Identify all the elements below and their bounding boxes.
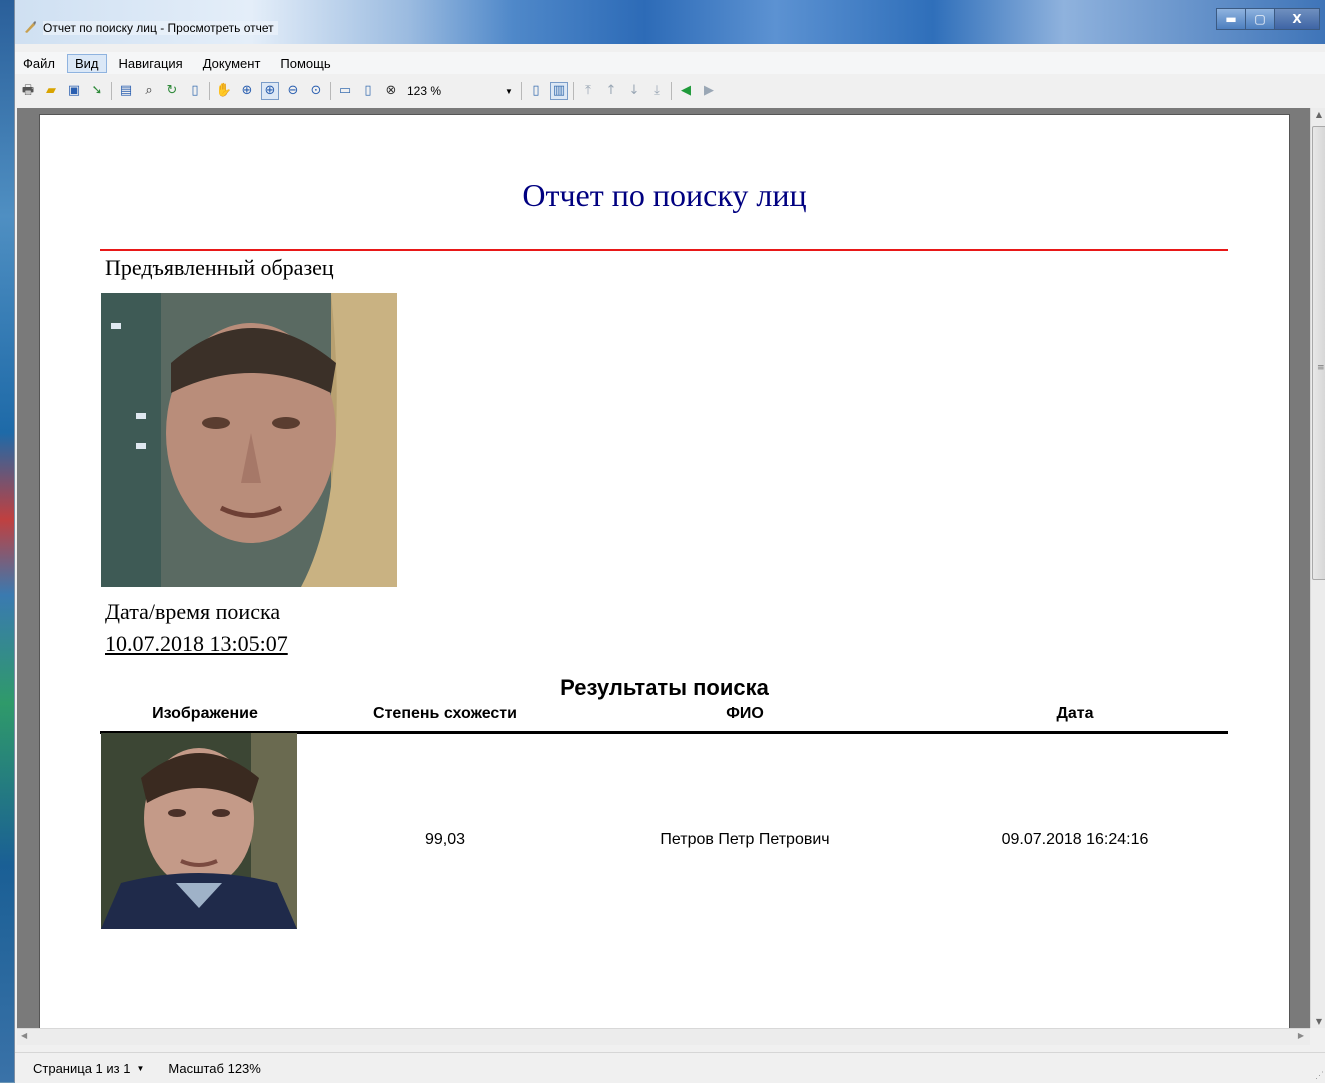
grip-icon: ≡ bbox=[1317, 363, 1325, 373]
scroll-left-icon[interactable]: ◀ bbox=[21, 1031, 27, 1040]
scroll-down-icon[interactable]: ▼ bbox=[1311, 1017, 1325, 1026]
window-controls: ▬ ▢ X bbox=[1216, 8, 1320, 30]
column-header-image: Изображение bbox=[152, 705, 258, 722]
outline-icon[interactable]: ▤ bbox=[117, 82, 135, 100]
scroll-thumb[interactable]: ≡ bbox=[1312, 126, 1325, 580]
open-icon[interactable]: ▰ bbox=[42, 82, 60, 100]
window-title: Отчет по поиску лиц - Просмотреть отчет bbox=[43, 21, 278, 35]
toolbar-separator bbox=[521, 82, 522, 100]
report-title: Отчет по поиску лиц bbox=[522, 177, 807, 213]
next-page-icon[interactable]: ↓ bbox=[625, 82, 643, 100]
chevron-down-icon[interactable]: ▼ bbox=[136, 1064, 144, 1073]
resize-grip-icon[interactable]: ⋰ bbox=[1315, 1070, 1324, 1081]
multi-page-icon[interactable]: ▥ bbox=[550, 82, 568, 100]
zoom-select-icon[interactable]: ⊙ bbox=[307, 82, 325, 100]
column-header-similarity: Степень схожести bbox=[373, 705, 517, 722]
first-page-icon[interactable]: ⤒ bbox=[579, 82, 597, 100]
menu-document[interactable]: Документ bbox=[195, 54, 269, 73]
find-icon[interactable]: ⌕ bbox=[140, 82, 158, 100]
toolbar-separator bbox=[330, 82, 331, 100]
forward-icon[interactable]: ▶ bbox=[700, 82, 718, 100]
page-width-icon[interactable]: ▭ bbox=[336, 82, 354, 100]
refresh-icon[interactable]: ↻ bbox=[163, 82, 181, 100]
match-face-image bbox=[101, 733, 297, 929]
zoom-combo[interactable]: 123 % ▼ bbox=[405, 81, 515, 101]
zoom-value: 123 % bbox=[407, 84, 442, 98]
sample-label: Предъявленный образец bbox=[105, 255, 334, 280]
scroll-right-icon[interactable]: ▶ bbox=[1298, 1031, 1304, 1040]
menu-bar: Файл Вид Навигация Документ Помощь bbox=[15, 52, 1325, 74]
report-page: Отчет по поиску лиц Предъявленный образе… bbox=[39, 114, 1290, 1028]
page-indicator-label: Страница 1 из 1 bbox=[33, 1060, 131, 1076]
menu-view[interactable]: Вид bbox=[66, 53, 107, 73]
sample-face-image bbox=[101, 293, 397, 587]
page-indicator[interactable]: Страница 1 из 1 ▼ bbox=[33, 1061, 144, 1076]
menu-help[interactable]: Помощь bbox=[272, 54, 338, 73]
zoom-rect-icon[interactable]: ⊕ bbox=[261, 82, 279, 100]
name-cell: Петров Петр Петрович bbox=[660, 831, 830, 848]
maximize-button[interactable]: ▢ bbox=[1245, 8, 1275, 30]
report-viewer-window: Отчет по поиску лиц - Просмотреть отчет … bbox=[14, 0, 1325, 1083]
search-datetime-label: Дата/время поиска bbox=[105, 599, 281, 624]
scroll-up-icon[interactable]: ▲ bbox=[1311, 110, 1325, 119]
toolbar-separator bbox=[671, 82, 672, 100]
report-viewport: Отчет по поиску лиц Предъявленный образе… bbox=[17, 108, 1310, 1028]
search-datetime-value: 10.07.2018 13:05:07 bbox=[105, 631, 288, 656]
date-cell: 09.07.2018 16:24:16 bbox=[1001, 831, 1149, 848]
vertical-scrollbar[interactable]: ▲ ≡ ▼ bbox=[1310, 108, 1325, 1028]
zoom-status: Масштаб 123% bbox=[168, 1060, 261, 1076]
export-icon[interactable]: ➘ bbox=[88, 82, 106, 100]
toolbar: 🖶 ▰ ▣ ➘ ▤ ⌕ ↻ ▯ ✋ ⊕ ⊕ ⊖ ⊙ ▭ ▯ ⊗ 123 % ▼ … bbox=[15, 76, 1325, 106]
menu-file[interactable]: Файл bbox=[15, 54, 63, 73]
horizontal-scrollbar[interactable]: ◀ ▶ bbox=[17, 1028, 1310, 1045]
actual-size-icon[interactable]: ⊗ bbox=[382, 82, 400, 100]
app-icon bbox=[25, 21, 36, 33]
close-button[interactable]: X bbox=[1274, 8, 1320, 30]
minimize-button[interactable]: ▬ bbox=[1216, 8, 1246, 30]
chevron-down-icon[interactable]: ▼ bbox=[503, 87, 515, 96]
title-divider bbox=[100, 249, 1228, 251]
status-bar: Страница 1 из 1 ▼ Масштаб 123% ⋰ bbox=[15, 1052, 1325, 1083]
title-bar[interactable]: Отчет по поиску лиц - Просмотреть отчет … bbox=[15, 0, 1325, 44]
column-header-date: Дата bbox=[1056, 705, 1094, 722]
column-header-name: ФИО bbox=[726, 705, 764, 722]
back-icon[interactable]: ◀ bbox=[677, 82, 695, 100]
last-page-icon[interactable]: ⤓ bbox=[648, 82, 666, 100]
toolbar-separator bbox=[209, 82, 210, 100]
desktop-background bbox=[0, 0, 14, 1082]
similarity-cell: 99,03 bbox=[424, 831, 466, 848]
zoom-out-icon[interactable]: ⊖ bbox=[284, 82, 302, 100]
print-icon[interactable]: 🖶 bbox=[19, 82, 37, 100]
toolbar-separator bbox=[573, 82, 574, 100]
zoom-in-icon[interactable]: ⊕ bbox=[238, 82, 256, 100]
toolbar-separator bbox=[111, 82, 112, 100]
prev-page-icon[interactable]: ↑ bbox=[602, 82, 620, 100]
results-title: Результаты поиска bbox=[560, 675, 769, 700]
hand-icon[interactable]: ✋ bbox=[215, 82, 233, 100]
save-icon[interactable]: ▣ bbox=[65, 82, 83, 100]
menu-navigation[interactable]: Навигация bbox=[111, 54, 191, 73]
whole-page-icon[interactable]: ▯ bbox=[359, 82, 377, 100]
page-setup-icon[interactable]: ▯ bbox=[186, 82, 204, 100]
single-page-icon[interactable]: ▯ bbox=[527, 82, 545, 100]
